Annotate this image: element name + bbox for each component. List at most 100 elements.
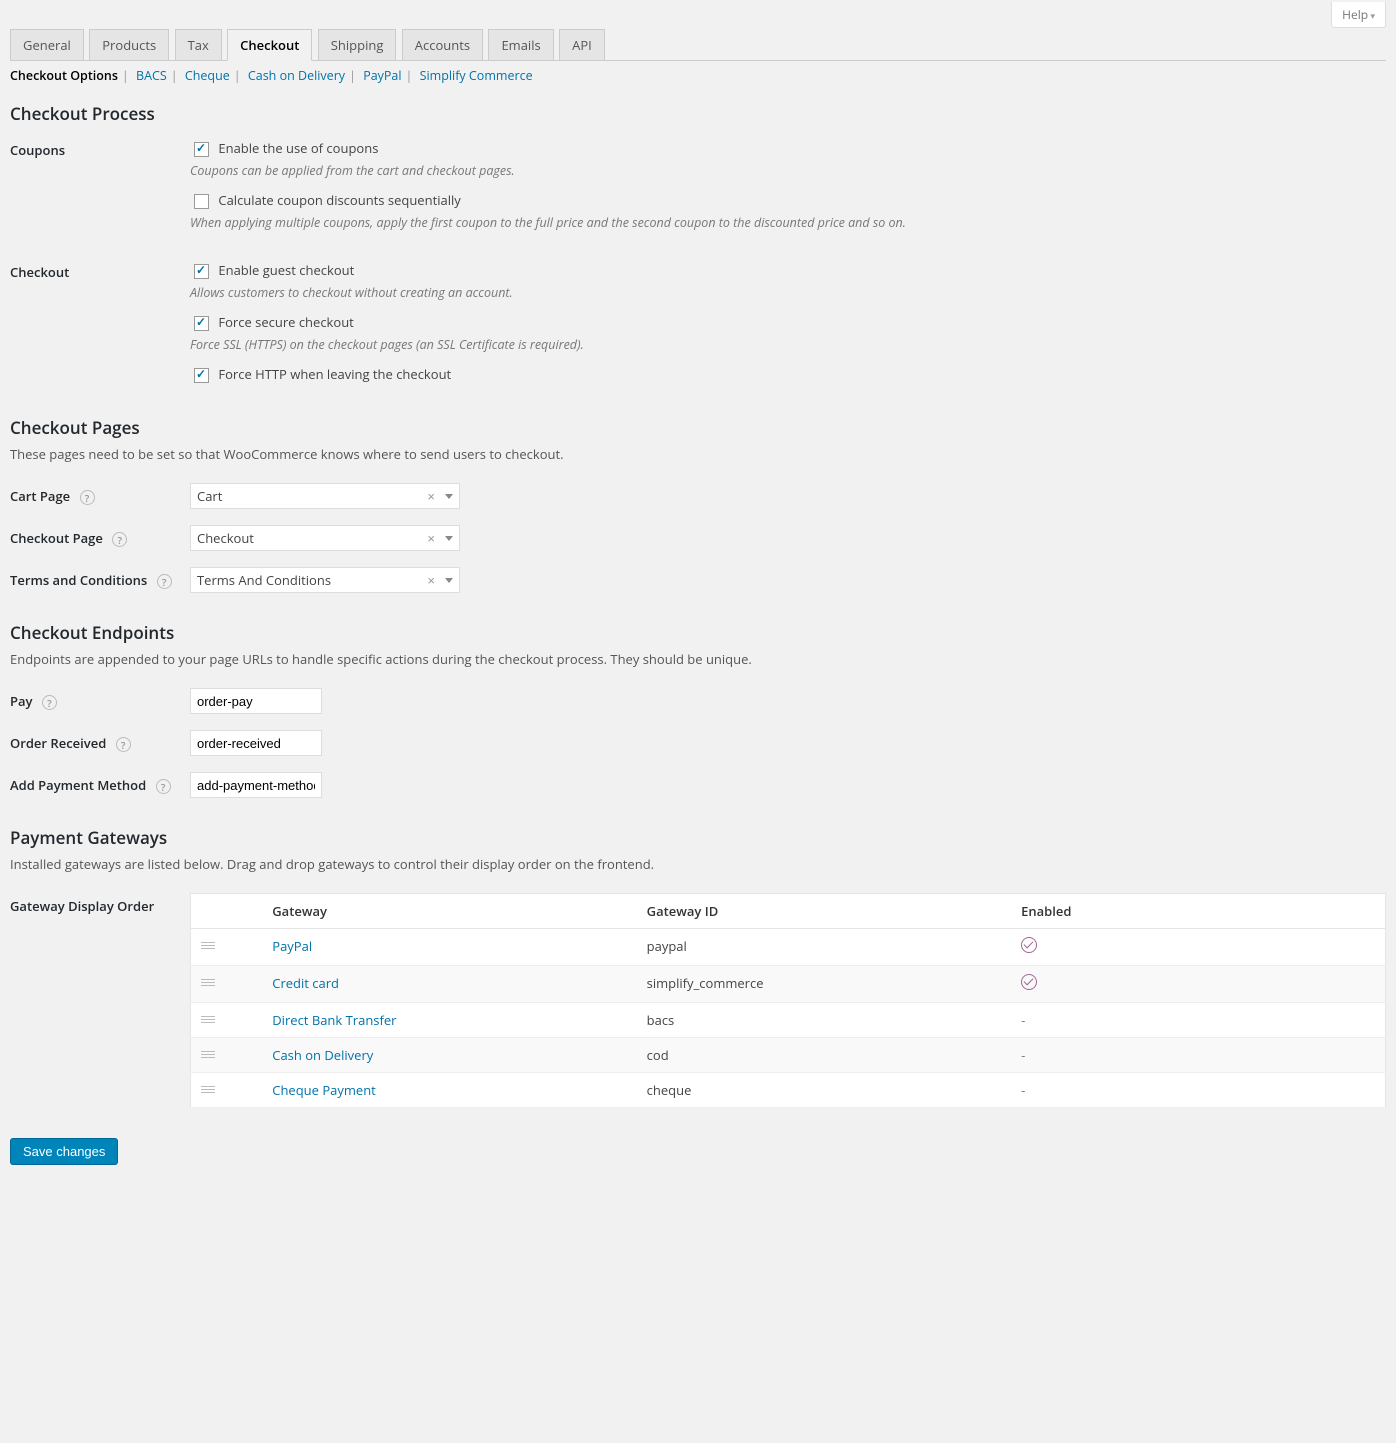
enable-coupons-checkbox[interactable] <box>194 142 209 157</box>
tab-accounts[interactable]: Accounts <box>402 29 483 60</box>
gateway-order-label: Gateway Display Order <box>10 887 190 1118</box>
guest-checkout-label[interactable]: Enable guest checkout <box>190 261 1386 282</box>
tab-products[interactable]: Products <box>89 29 169 60</box>
guest-checkout-checkbox[interactable] <box>194 264 209 279</box>
endpoint-add-pm-label: Add Payment Method <box>10 776 146 794</box>
enable-coupons-text: Enable the use of coupons <box>218 139 378 157</box>
gateway-id: cod <box>637 1038 1011 1073</box>
cart-page-value: Cart <box>197 487 423 505</box>
unforce-ssl-checkbox[interactable] <box>194 368 209 383</box>
col-gateway-id: Gateway ID <box>637 894 1011 929</box>
cart-page-select[interactable]: Cart × <box>190 483 460 509</box>
subsection-nav: Checkout Options| BACS| Cheque| Cash on … <box>10 67 1386 84</box>
terms-page-label: Terms and Conditions <box>10 571 147 589</box>
gateway-link[interactable]: Credit card <box>272 974 339 992</box>
gateway-id: simplify_commerce <box>637 966 1011 1003</box>
disabled-dash-icon: - <box>1021 1046 1025 1064</box>
unforce-ssl-label[interactable]: Force HTTP when leaving the checkout <box>190 365 1386 386</box>
gateway-link[interactable]: Cheque Payment <box>272 1081 376 1099</box>
tab-general[interactable]: General <box>10 29 84 60</box>
help-icon[interactable] <box>116 737 131 752</box>
drag-handle-icon[interactable] <box>191 966 263 1003</box>
chevron-down-icon <box>445 494 453 499</box>
endpoint-received-input[interactable] <box>190 730 322 756</box>
settings-tabs: General Products Tax Checkout Shipping A… <box>10 28 1386 61</box>
checkout-page-select[interactable]: Checkout × <box>190 525 460 551</box>
endpoint-add-pm-input[interactable] <box>190 772 322 798</box>
gateway-enabled-status: - <box>1011 1003 1385 1038</box>
help-icon[interactable] <box>112 532 127 547</box>
gateway-enabled-status <box>1011 929 1385 966</box>
clear-icon[interactable]: × <box>423 531 439 546</box>
gateway-enabled-status <box>1011 966 1385 1003</box>
endpoint-pay-input[interactable] <box>190 688 322 714</box>
checkout-endpoints-heading: Checkout Endpoints <box>10 621 1386 644</box>
chevron-down-icon <box>445 536 453 541</box>
enable-coupons-label[interactable]: Enable the use of coupons <box>190 139 1386 160</box>
clear-icon[interactable]: × <box>423 573 439 588</box>
gateway-id: bacs <box>637 1003 1011 1038</box>
force-ssl-label[interactable]: Force secure checkout <box>190 313 1386 334</box>
subsection-bacs[interactable]: BACS <box>136 67 167 84</box>
endpoint-pay-label: Pay <box>10 692 33 710</box>
col-gateway: Gateway <box>262 894 636 929</box>
tab-emails[interactable]: Emails <box>488 29 553 60</box>
checkout-pages-desc: These pages need to be set so that WooCo… <box>10 445 1386 463</box>
help-icon[interactable] <box>157 574 172 589</box>
table-row: Cash on Delivery cod- <box>191 1038 1386 1073</box>
save-button[interactable]: Save changes <box>10 1138 118 1165</box>
gateway-enabled-status: - <box>1011 1038 1385 1073</box>
help-icon[interactable] <box>80 490 95 505</box>
table-row: Cheque Payment cheque- <box>191 1073 1386 1108</box>
enable-coupons-desc: Coupons can be applied from the cart and… <box>190 162 1386 179</box>
terms-page-select[interactable]: Terms And Conditions × <box>190 567 460 593</box>
table-row: Credit card simplify_commerce <box>191 966 1386 1003</box>
terms-page-value: Terms And Conditions <box>197 571 423 589</box>
help-icon[interactable] <box>156 779 171 794</box>
force-ssl-desc: Force SSL (HTTPS) on the checkout pages … <box>190 336 1386 353</box>
disabled-dash-icon: - <box>1021 1011 1025 1029</box>
cart-page-label: Cart Page <box>10 487 70 505</box>
clear-icon[interactable]: × <box>423 489 439 504</box>
checkout-row-label: Checkout <box>10 253 190 398</box>
tab-api[interactable]: API <box>559 29 605 60</box>
sequential-coupons-desc: When applying multiple coupons, apply th… <box>190 214 1386 231</box>
sequential-coupons-text: Calculate coupon discounts sequentially <box>218 191 460 209</box>
coupons-row-label: Coupons <box>10 131 190 253</box>
sequential-coupons-checkbox[interactable] <box>194 194 209 209</box>
tab-shipping[interactable]: Shipping <box>318 29 397 60</box>
help-icon[interactable] <box>42 695 57 710</box>
subsection-cod[interactable]: Cash on Delivery <box>248 67 345 84</box>
gateway-link[interactable]: Cash on Delivery <box>272 1046 373 1064</box>
force-ssl-text: Force secure checkout <box>218 313 353 331</box>
gateway-enabled-status: - <box>1011 1073 1385 1108</box>
subsection-simplify[interactable]: Simplify Commerce <box>420 67 533 84</box>
payment-gateways-desc: Installed gateways are listed below. Dra… <box>10 855 1386 873</box>
disabled-dash-icon: - <box>1021 1081 1025 1099</box>
tab-checkout[interactable]: Checkout <box>227 29 312 61</box>
subsection-checkout-options[interactable]: Checkout Options <box>10 67 118 84</box>
payment-gateways-heading: Payment Gateways <box>10 826 1386 849</box>
drag-handle-icon[interactable] <box>191 1038 263 1073</box>
subsection-cheque[interactable]: Cheque <box>185 67 230 84</box>
subsection-paypal[interactable]: PayPal <box>363 67 401 84</box>
check-circle-icon <box>1021 974 1037 990</box>
tab-tax[interactable]: Tax <box>175 29 222 60</box>
help-toggle[interactable]: Help <box>1331 2 1386 28</box>
checkout-process-heading: Checkout Process <box>10 102 1386 125</box>
drag-handle-icon[interactable] <box>191 1073 263 1108</box>
sequential-coupons-label[interactable]: Calculate coupon discounts sequentially <box>190 191 1386 212</box>
unforce-ssl-text: Force HTTP when leaving the checkout <box>218 365 451 383</box>
gateways-table: Gateway Gateway ID Enabled PayPalpaypalC… <box>190 893 1386 1108</box>
drag-handle-icon[interactable] <box>191 1003 263 1038</box>
drag-handle-icon[interactable] <box>191 929 263 966</box>
gateway-id: cheque <box>637 1073 1011 1108</box>
force-ssl-checkbox[interactable] <box>194 316 209 331</box>
gateway-link[interactable]: PayPal <box>272 937 312 955</box>
table-row: PayPalpaypal <box>191 929 1386 966</box>
gateway-link[interactable]: Direct Bank Transfer <box>272 1011 396 1029</box>
checkout-endpoints-desc: Endpoints are appended to your page URLs… <box>10 650 1386 668</box>
check-circle-icon <box>1021 937 1037 953</box>
guest-checkout-desc: Allows customers to checkout without cre… <box>190 284 1386 301</box>
chevron-down-icon <box>445 578 453 583</box>
